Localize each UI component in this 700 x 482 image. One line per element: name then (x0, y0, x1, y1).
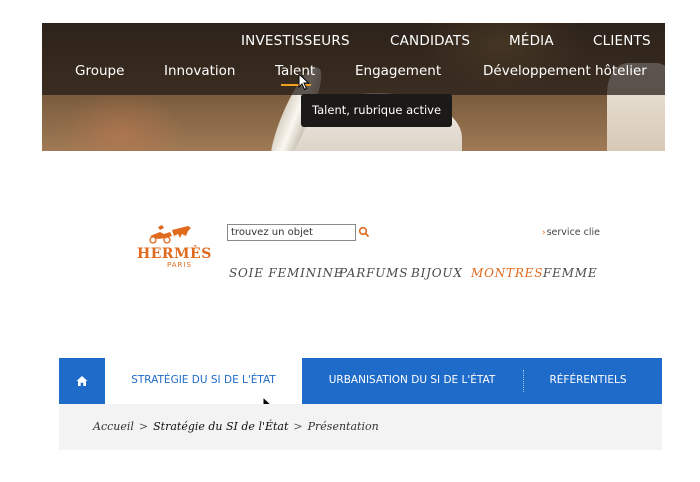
breadcrumb-separator: > (293, 420, 303, 433)
main-nav-groupe[interactable]: Groupe (75, 63, 124, 79)
main-nav-developpement-hotelier[interactable]: Développement hôtelier (483, 63, 647, 79)
top-nav-media[interactable]: MÉDIA (509, 33, 554, 49)
top-nav-investisseurs[interactable]: INVESTISSEURS (241, 33, 350, 49)
breadcrumb: Accueil > Stratégie du SI de l'État > Présen… (59, 404, 662, 450)
hotel-site-header: INVESTISSEURS CANDIDATS MÉDIA CLIENTS Gr… (42, 23, 665, 151)
breadcrumb-current-page: Présentation (307, 420, 379, 433)
home-icon (76, 376, 88, 386)
nav-band (42, 23, 665, 95)
search-input[interactable] (227, 224, 356, 241)
search-icon[interactable] (358, 226, 370, 238)
category-bijoux[interactable]: BIJOUX (411, 266, 463, 280)
category-parfums[interactable]: PARFUMS (339, 266, 408, 280)
home-tab[interactable] (59, 358, 105, 404)
service-client-link[interactable]: ›service clie (542, 227, 602, 238)
hermes-logo-wordmark: HERMÈS (137, 244, 212, 262)
hermes-logo-subtext: PARIS (167, 261, 192, 269)
si-etat-tabbar: STRATÉGIE DU SI DE L'ÉTAT URBANISATION D… (59, 358, 662, 404)
breadcrumb-section-link[interactable]: Stratégie du SI de l'État (153, 420, 288, 433)
top-nav-candidats[interactable]: CANDIDATS (390, 33, 470, 49)
mouse-cursor-icon (298, 73, 310, 91)
main-nav-innovation[interactable]: Innovation (164, 63, 235, 79)
chevron-right-icon: › (542, 228, 546, 238)
service-client-label: service clie (546, 227, 601, 238)
category-femme[interactable]: FEMME (543, 266, 597, 280)
tab-urbanisation-si-etat[interactable]: URBANISATION DU SI DE L'ÉTAT (302, 358, 522, 404)
tooltip: Talent, rubrique active (301, 94, 453, 127)
tab-referentiels[interactable]: RÉFÉRENTIELS (524, 358, 652, 404)
breadcrumb-home-link[interactable]: Accueil (93, 420, 134, 433)
breadcrumb-separator: > (138, 420, 149, 433)
category-montres[interactable]: MONTRES (471, 266, 543, 280)
top-nav-clients[interactable]: CLIENTS (593, 33, 651, 49)
hermes-logo[interactable]: HERMÈS PARIS (136, 222, 212, 270)
main-nav-engagement[interactable]: Engagement (355, 63, 441, 79)
category-soie-feminine[interactable]: SOIE FEMININE (229, 266, 343, 280)
